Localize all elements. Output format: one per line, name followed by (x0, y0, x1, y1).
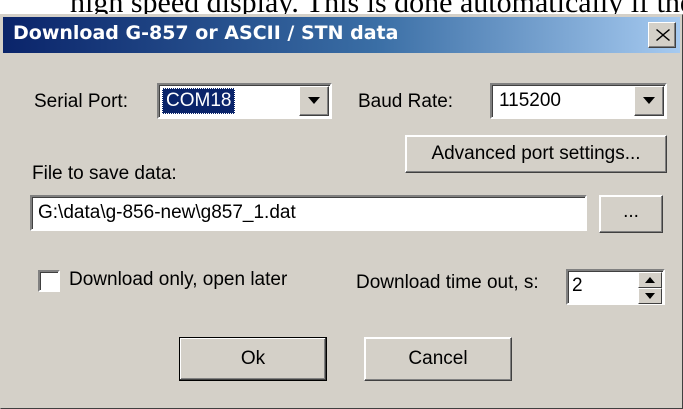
ok-button[interactable]: Ok (179, 337, 327, 381)
timeout-decrement-button[interactable] (638, 288, 662, 304)
file-label: File to save data: (32, 163, 177, 184)
dialog-titlebar[interactable]: Download G-857 or ASCII / STN data (3, 17, 680, 53)
serial-port-value: COM18 (162, 88, 236, 114)
advanced-port-settings-label: Advanced port settings... (431, 143, 641, 164)
baud-rate-dropdown-button[interactable] (634, 86, 664, 116)
file-path-input[interactable]: G:\data\g-856-new\g857_1.dat (30, 195, 587, 231)
cancel-label: Cancel (408, 348, 468, 369)
close-button[interactable] (648, 22, 676, 48)
serial-port-select[interactable]: COM18 (157, 83, 332, 119)
timeout-value: 2 (572, 275, 583, 296)
baud-rate-select[interactable]: 115200 (490, 83, 667, 119)
timeout-label: Download time out, s: (356, 272, 539, 293)
ok-label: Ok (240, 348, 266, 369)
advanced-port-settings-button[interactable]: Advanced port settings... (405, 135, 667, 173)
cancel-button[interactable]: Cancel (364, 337, 512, 381)
timeout-stepper[interactable]: 2 (566, 269, 665, 305)
baud-rate-value: 115200 (499, 90, 561, 111)
serial-port-dropdown-button[interactable] (299, 86, 329, 116)
timeout-increment-button[interactable] (638, 272, 662, 288)
download-only-label[interactable]: Download only, open later (69, 269, 287, 291)
chevron-down-icon (643, 97, 655, 104)
file-path-value: G:\data\g-856-new\g857_1.dat (38, 202, 296, 223)
browse-label: ... (623, 201, 639, 222)
browse-button[interactable]: ... (599, 195, 663, 233)
download-only-checkbox[interactable] (38, 270, 60, 292)
chevron-down-icon (308, 97, 320, 104)
baud-rate-label: Baud Rate: (358, 91, 454, 112)
chevron-down-icon (645, 293, 655, 299)
serial-port-label: Serial Port: (34, 91, 128, 112)
chevron-up-icon (645, 277, 655, 283)
download-dialog: Download G-857 or ASCII / STN data Seria… (0, 14, 683, 409)
dialog-title: Download G-857 or ASCII / STN data (13, 22, 399, 44)
close-icon (656, 29, 670, 41)
